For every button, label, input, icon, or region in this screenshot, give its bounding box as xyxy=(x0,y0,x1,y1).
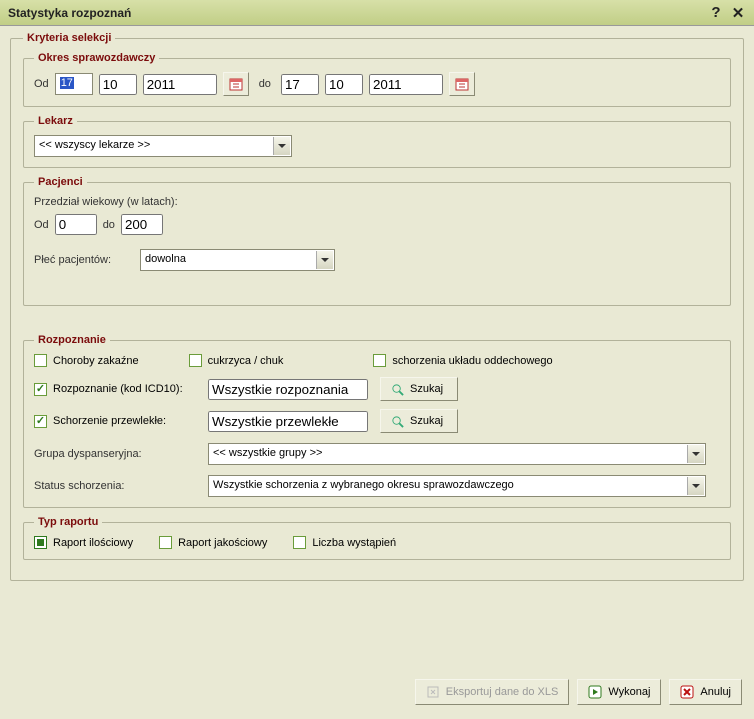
play-icon xyxy=(588,685,602,699)
calendar-icon xyxy=(455,77,469,91)
window-title: Statystyka rozpoznań xyxy=(8,6,704,20)
period-to-label: do xyxy=(259,78,271,90)
icd10-input[interactable] xyxy=(208,379,368,400)
cancel-button[interactable]: Anuluj xyxy=(669,679,742,705)
chk-respiratory[interactable]: schorzenia układu oddechowego xyxy=(373,354,552,367)
patients-legend: Pacjenci xyxy=(34,176,87,188)
calendar-to-button[interactable] xyxy=(449,72,475,96)
sex-select[interactable]: dowolna xyxy=(140,249,335,271)
footer-buttons: Eksportuj dane do XLS Wykonaj Anuluj xyxy=(415,679,742,705)
period-legend: Okres sprawozdawczy xyxy=(34,52,159,64)
chk-occurrences[interactable]: Liczba wystąpień xyxy=(293,536,396,549)
chk-diabetes[interactable]: cukrzyca / chuk xyxy=(189,354,284,367)
chevron-down-icon xyxy=(687,477,704,495)
search-icon xyxy=(391,383,404,396)
report-type-legend: Typ raportu xyxy=(34,516,102,528)
title-bar: Statystyka rozpoznań ? ✕ xyxy=(0,0,754,26)
search-icd10-button[interactable]: Szukaj xyxy=(380,377,458,401)
calendar-from-button[interactable] xyxy=(223,72,249,96)
chk-icd10[interactable]: Rozpoznanie (kod ICD10): xyxy=(34,383,202,396)
group-select[interactable]: << wszystkie grupy >> xyxy=(208,443,706,465)
criteria-legend: Kryteria selekcji xyxy=(23,32,115,44)
age-from-input[interactable] xyxy=(55,214,97,235)
patients-group: Pacjenci Przedział wiekowy (w latach): O… xyxy=(23,176,731,306)
period-to-day[interactable] xyxy=(281,74,319,95)
period-from-month[interactable] xyxy=(99,74,137,95)
cancel-icon xyxy=(680,685,694,699)
chevron-down-icon xyxy=(316,251,333,269)
group-label: Grupa dyspanseryjna: xyxy=(34,448,202,460)
export-xls-button[interactable]: Eksportuj dane do XLS xyxy=(415,679,570,705)
search-chronic-button[interactable]: Szukaj xyxy=(380,409,458,433)
chronic-input[interactable] xyxy=(208,411,368,432)
chk-chronic[interactable]: Schorzenie przewlekłe: xyxy=(34,415,202,428)
chevron-down-icon xyxy=(687,445,704,463)
sex-label: Płeć pacjentów: xyxy=(34,254,134,266)
chevron-down-icon xyxy=(273,137,290,155)
chk-infectious[interactable]: Choroby zakaźne xyxy=(34,354,139,367)
chk-qualitative[interactable]: Raport jakościowy xyxy=(159,536,267,549)
calendar-icon xyxy=(229,77,243,91)
age-range-label: Przedział wiekowy (w latach): xyxy=(34,196,720,208)
status-label: Status schorzenia: xyxy=(34,480,202,492)
period-from-day[interactable]: 17 xyxy=(55,73,93,95)
doctor-group: Lekarz << wszyscy lekarze >> xyxy=(23,115,731,168)
age-from-label: Od xyxy=(34,219,49,231)
doctor-legend: Lekarz xyxy=(34,115,77,127)
period-from-label: Od xyxy=(34,78,49,90)
close-button[interactable]: ✕ xyxy=(728,3,748,23)
criteria-group: Kryteria selekcji Okres sprawozdawczy Od… xyxy=(10,32,744,581)
age-to-label: do xyxy=(103,219,115,231)
period-group: Okres sprawozdawczy Od 17 do xyxy=(23,52,731,107)
age-to-input[interactable] xyxy=(121,214,163,235)
export-icon xyxy=(426,685,440,699)
search-icon xyxy=(391,415,404,428)
report-type-group: Typ raportu Raport ilościowy Raport jako… xyxy=(23,516,731,560)
chk-quantitative[interactable]: Raport ilościowy xyxy=(34,536,133,549)
diagnosis-group: Rozpoznanie Choroby zakaźne cukrzyca / c… xyxy=(23,334,731,508)
doctor-select[interactable]: << wszyscy lekarze >> xyxy=(34,135,292,157)
period-from-year[interactable] xyxy=(143,74,217,95)
status-select[interactable]: Wszystkie schorzenia z wybranego okresu … xyxy=(208,475,706,497)
period-to-month[interactable] xyxy=(325,74,363,95)
help-button[interactable]: ? xyxy=(706,3,726,23)
run-button[interactable]: Wykonaj xyxy=(577,679,661,705)
period-to-year[interactable] xyxy=(369,74,443,95)
diagnosis-legend: Rozpoznanie xyxy=(34,334,110,346)
